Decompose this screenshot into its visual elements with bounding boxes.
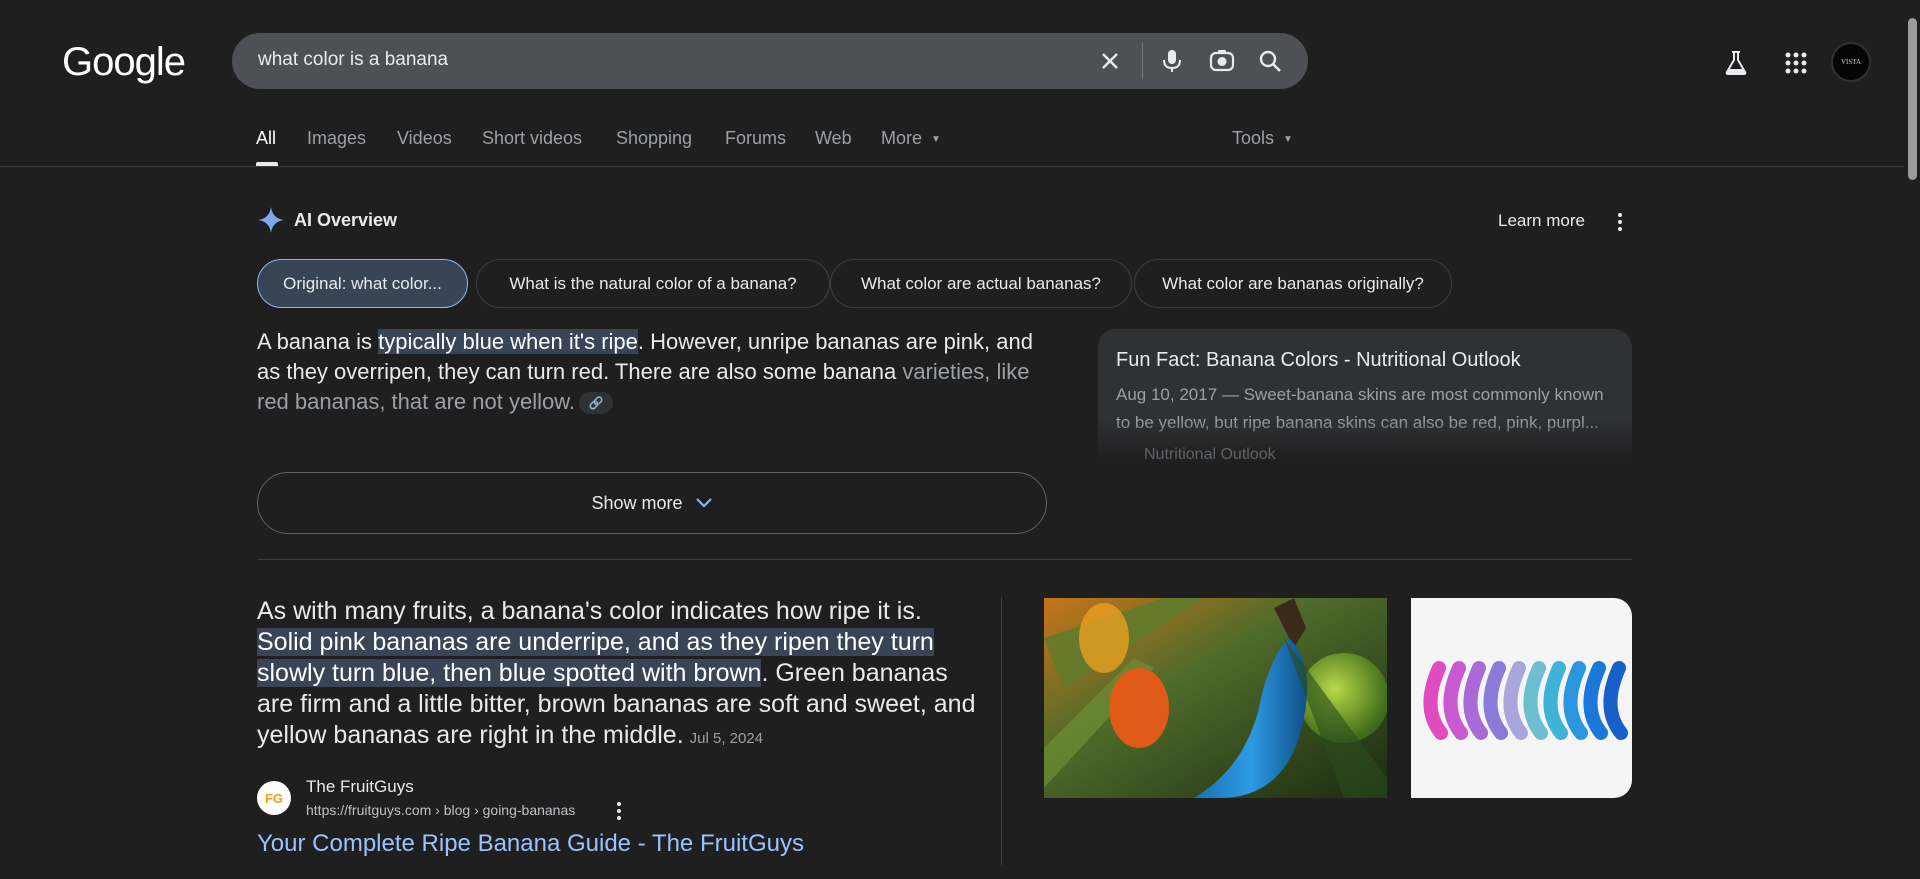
tab-videos[interactable]: Videos	[397, 128, 452, 149]
tab-all[interactable]: All	[256, 128, 276, 149]
column-divider	[1001, 597, 1002, 865]
link-icon[interactable]: 🔗	[579, 392, 613, 415]
tab-images[interactable]: Images	[307, 128, 366, 149]
tab-short-videos[interactable]: Short videos	[482, 128, 582, 149]
result-title-link[interactable]: Your Complete Ripe Banana Guide - The Fr…	[257, 830, 804, 858]
lens-camera-icon[interactable]	[1206, 45, 1238, 77]
featured-snippet-text: As with many fruits, a banana's color in…	[257, 596, 982, 754]
section-divider	[257, 559, 1632, 560]
page-scrollbar[interactable]	[1904, 0, 1920, 879]
show-more-label: Show more	[591, 492, 683, 513]
more-options-icon[interactable]	[1610, 210, 1630, 234]
favicon-text: FG	[264, 790, 284, 806]
tools-button[interactable]: Tools ▼	[1232, 128, 1293, 149]
search-input[interactable]: what color is a banana	[258, 49, 448, 71]
chevron-down-icon	[695, 493, 713, 514]
snippet-date: Jul 5, 2024	[689, 730, 764, 747]
fruitguys-favicon[interactable]: FG	[257, 781, 291, 815]
query-chip[interactable]: What is the natural color of a banana?	[476, 259, 830, 308]
tab-shopping[interactable]: Shopping	[616, 128, 692, 149]
microphone-icon[interactable]	[1156, 45, 1188, 77]
query-chip-original[interactable]: Original: what color...	[257, 259, 468, 308]
query-chip[interactable]: What color are bananas originally?	[1134, 259, 1452, 308]
learn-more-link[interactable]: Learn more	[1498, 211, 1585, 231]
tab-more-label: More	[881, 128, 923, 148]
tabs-divider	[0, 166, 1904, 167]
blue-banana-photo[interactable]	[1044, 598, 1387, 798]
avatar-text: VISTA	[1840, 58, 1862, 66]
close-icon[interactable]	[1094, 45, 1126, 77]
snippet-text: As with many fruits, a banana's color in…	[257, 597, 922, 625]
ai-text: A banana is	[257, 329, 379, 354]
result-url[interactable]: https://fruitguys.com › blog › going-ban…	[306, 802, 575, 818]
scrollbar-thumb[interactable]	[1908, 18, 1917, 180]
more-options-icon[interactable]	[609, 800, 629, 822]
flask-icon[interactable]	[1721, 48, 1751, 78]
query-chip[interactable]: What color are actual bananas?	[830, 259, 1132, 308]
tab-more[interactable]: More ▼	[881, 128, 941, 149]
ai-text-highlight: typically blue when it's ripe	[378, 329, 638, 354]
gemini-sparkle-icon	[257, 206, 285, 234]
ai-overview-title: AI Overview	[294, 210, 398, 230]
source-card-site: Nutritional Outlook	[1144, 446, 1276, 463]
tab-web[interactable]: Web	[815, 128, 852, 149]
pastel-bananas-photo[interactable]	[1411, 598, 1632, 798]
tab-forums[interactable]: Forums	[725, 128, 786, 149]
google-logo[interactable]: Google	[62, 40, 186, 85]
tools-label: Tools	[1232, 128, 1275, 148]
show-more-button[interactable]: Show more	[257, 472, 1047, 534]
apps-grid-icon[interactable]	[1781, 48, 1811, 78]
ai-overview-text: A banana is typically blue when it's rip…	[257, 327, 1057, 417]
source-card[interactable]: Fun Fact: Banana Colors - Nutritional Ou…	[1098, 329, 1632, 469]
caret-down-icon: ▼	[931, 133, 941, 145]
result-site-name[interactable]: The FruitGuys	[306, 777, 414, 797]
caret-down-icon: ▼	[1283, 133, 1293, 145]
search-icon[interactable]	[1254, 45, 1286, 77]
avatar[interactable]: VISTA	[1831, 42, 1871, 82]
search-divider	[1142, 43, 1143, 79]
search-box[interactable]: what color is a banana	[232, 33, 1308, 89]
source-card-title[interactable]: Fun Fact: Banana Colors - Nutritional Ou…	[1116, 349, 1521, 372]
